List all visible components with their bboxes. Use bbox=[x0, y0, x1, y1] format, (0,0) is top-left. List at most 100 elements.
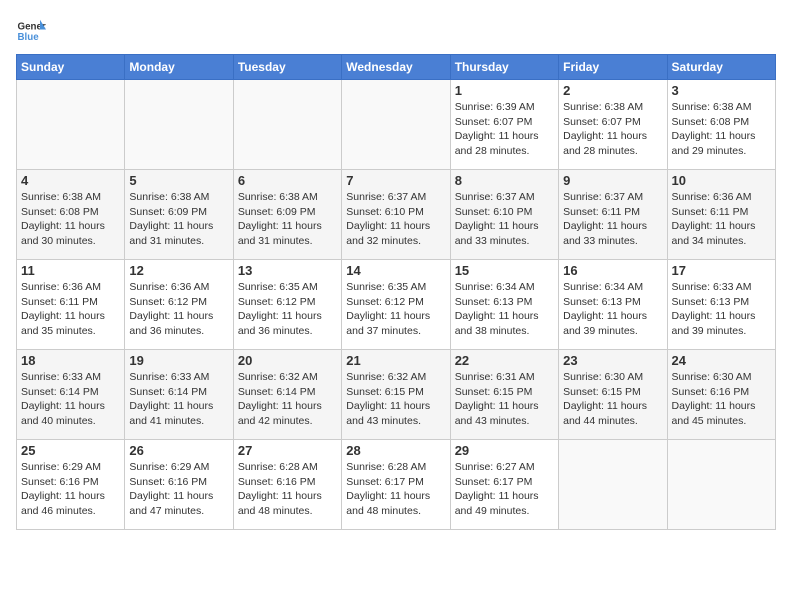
day-info: Sunrise: 6:27 AM Sunset: 6:17 PM Dayligh… bbox=[455, 460, 554, 519]
weekday-header-cell: Wednesday bbox=[342, 55, 450, 80]
day-info: Sunrise: 6:37 AM Sunset: 6:11 PM Dayligh… bbox=[563, 190, 662, 249]
calendar-day-cell: 29 Sunrise: 6:27 AM Sunset: 6:17 PM Dayli… bbox=[450, 440, 558, 530]
calendar-week-row: 25 Sunrise: 6:29 AM Sunset: 6:16 PM Dayli… bbox=[17, 440, 776, 530]
calendar-week-row: 4 Sunrise: 6:38 AM Sunset: 6:08 PM Daylig… bbox=[17, 170, 776, 260]
calendar-day-cell: 15 Sunrise: 6:34 AM Sunset: 6:13 PM Dayli… bbox=[450, 260, 558, 350]
day-number: 15 bbox=[455, 263, 554, 278]
day-number: 1 bbox=[455, 83, 554, 98]
calendar-day-cell: 21Sunrise: 6:32 AM Sunset: 6:15 PM Dayli… bbox=[342, 350, 450, 440]
day-info: Sunrise: 6:36 AM Sunset: 6:11 PM Dayligh… bbox=[21, 280, 120, 339]
day-number: 9 bbox=[563, 173, 662, 188]
calendar-day-cell: 19Sunrise: 6:33 AM Sunset: 6:14 PM Dayli… bbox=[125, 350, 233, 440]
weekday-header-cell: Friday bbox=[559, 55, 667, 80]
day-info: Sunrise: 6:39 AM Sunset: 6:07 PM Dayligh… bbox=[455, 100, 554, 159]
day-info: Sunrise: 6:28 AM Sunset: 6:17 PM Dayligh… bbox=[346, 460, 445, 519]
calendar-header: SundayMondayTuesdayWednesdayThursdayFrid… bbox=[17, 55, 776, 80]
day-number: 11 bbox=[21, 263, 120, 278]
day-number: 26 bbox=[129, 443, 228, 458]
day-info: Sunrise: 6:36 AM Sunset: 6:11 PM Dayligh… bbox=[672, 190, 771, 249]
day-number: 23 bbox=[563, 353, 662, 368]
day-info: Sunrise: 6:38 AM Sunset: 6:09 PM Dayligh… bbox=[238, 190, 337, 249]
calendar-day-cell: 24 Sunrise: 6:30 AM Sunset: 6:16 PM Dayli… bbox=[667, 350, 775, 440]
calendar-day-cell: 26 Sunrise: 6:29 AM Sunset: 6:16 PM Dayli… bbox=[125, 440, 233, 530]
calendar-week-row: 18 Sunrise: 6:33 AM Sunset: 6:14 PM Dayli… bbox=[17, 350, 776, 440]
svg-text:Blue: Blue bbox=[18, 32, 40, 43]
day-info: Sunrise: 6:29 AM Sunset: 6:16 PM Dayligh… bbox=[129, 460, 228, 519]
day-number: 24 bbox=[672, 353, 771, 368]
day-number: 19 bbox=[129, 353, 228, 368]
calendar-day-cell: 9 Sunrise: 6:37 AM Sunset: 6:11 PM Daylig… bbox=[559, 170, 667, 260]
day-number: 3 bbox=[672, 83, 771, 98]
day-info: Sunrise: 6:33 AM Sunset: 6:13 PM Dayligh… bbox=[672, 280, 771, 339]
day-number: 21 bbox=[346, 353, 445, 368]
calendar-day-cell: 16Sunrise: 6:34 AM Sunset: 6:13 PM Dayli… bbox=[559, 260, 667, 350]
calendar-day-cell: 23 Sunrise: 6:30 AM Sunset: 6:15 PM Dayli… bbox=[559, 350, 667, 440]
day-number: 29 bbox=[455, 443, 554, 458]
calendar-day-cell bbox=[667, 440, 775, 530]
day-number: 12 bbox=[129, 263, 228, 278]
day-info: Sunrise: 6:35 AM Sunset: 6:12 PM Dayligh… bbox=[238, 280, 337, 339]
day-info: Sunrise: 6:30 AM Sunset: 6:16 PM Dayligh… bbox=[672, 370, 771, 429]
calendar-day-cell: 1 Sunrise: 6:39 AM Sunset: 6:07 PM Daylig… bbox=[450, 80, 558, 170]
logo: General Blue bbox=[16, 16, 46, 46]
day-info: Sunrise: 6:38 AM Sunset: 6:08 PM Dayligh… bbox=[672, 100, 771, 159]
calendar-day-cell: 13 Sunrise: 6:35 AM Sunset: 6:12 PM Dayli… bbox=[233, 260, 341, 350]
day-info: Sunrise: 6:29 AM Sunset: 6:16 PM Dayligh… bbox=[21, 460, 120, 519]
calendar-day-cell bbox=[17, 80, 125, 170]
weekday-header-cell: Saturday bbox=[667, 55, 775, 80]
day-number: 2 bbox=[563, 83, 662, 98]
calendar-day-cell: 12 Sunrise: 6:36 AM Sunset: 6:12 PM Dayli… bbox=[125, 260, 233, 350]
weekday-header-cell: Sunday bbox=[17, 55, 125, 80]
day-number: 6 bbox=[238, 173, 337, 188]
weekday-header-cell: Thursday bbox=[450, 55, 558, 80]
day-info: Sunrise: 6:37 AM Sunset: 6:10 PM Dayligh… bbox=[455, 190, 554, 249]
day-info: Sunrise: 6:31 AM Sunset: 6:15 PM Dayligh… bbox=[455, 370, 554, 429]
calendar-day-cell bbox=[342, 80, 450, 170]
day-number: 16 bbox=[563, 263, 662, 278]
day-info: Sunrise: 6:36 AM Sunset: 6:12 PM Dayligh… bbox=[129, 280, 228, 339]
day-number: 7 bbox=[346, 173, 445, 188]
calendar-day-cell bbox=[233, 80, 341, 170]
day-info: Sunrise: 6:35 AM Sunset: 6:12 PM Dayligh… bbox=[346, 280, 445, 339]
weekday-header-cell: Monday bbox=[125, 55, 233, 80]
day-number: 20 bbox=[238, 353, 337, 368]
weekday-header-cell: Tuesday bbox=[233, 55, 341, 80]
day-number: 13 bbox=[238, 263, 337, 278]
day-info: Sunrise: 6:38 AM Sunset: 6:08 PM Dayligh… bbox=[21, 190, 120, 249]
day-info: Sunrise: 6:34 AM Sunset: 6:13 PM Dayligh… bbox=[455, 280, 554, 339]
calendar-day-cell: 8 Sunrise: 6:37 AM Sunset: 6:10 PM Daylig… bbox=[450, 170, 558, 260]
day-number: 28 bbox=[346, 443, 445, 458]
calendar-day-cell: 25 Sunrise: 6:29 AM Sunset: 6:16 PM Dayli… bbox=[17, 440, 125, 530]
day-number: 4 bbox=[21, 173, 120, 188]
day-info: Sunrise: 6:38 AM Sunset: 6:09 PM Dayligh… bbox=[129, 190, 228, 249]
calendar-week-row: 1 Sunrise: 6:39 AM Sunset: 6:07 PM Daylig… bbox=[17, 80, 776, 170]
day-info: Sunrise: 6:33 AM Sunset: 6:14 PM Dayligh… bbox=[21, 370, 120, 429]
calendar-day-cell: 10 Sunrise: 6:36 AM Sunset: 6:11 PM Dayli… bbox=[667, 170, 775, 260]
calendar-day-cell: 22Sunrise: 6:31 AM Sunset: 6:15 PM Dayli… bbox=[450, 350, 558, 440]
day-info: Sunrise: 6:38 AM Sunset: 6:07 PM Dayligh… bbox=[563, 100, 662, 159]
calendar-day-cell bbox=[125, 80, 233, 170]
calendar-table: SundayMondayTuesdayWednesdayThursdayFrid… bbox=[16, 54, 776, 530]
calendar-day-cell: 6 Sunrise: 6:38 AM Sunset: 6:09 PM Daylig… bbox=[233, 170, 341, 260]
day-number: 17 bbox=[672, 263, 771, 278]
day-info: Sunrise: 6:28 AM Sunset: 6:16 PM Dayligh… bbox=[238, 460, 337, 519]
calendar-day-cell: 3 Sunrise: 6:38 AM Sunset: 6:08 PM Daylig… bbox=[667, 80, 775, 170]
calendar-day-cell: 2 Sunrise: 6:38 AM Sunset: 6:07 PM Daylig… bbox=[559, 80, 667, 170]
day-number: 25 bbox=[21, 443, 120, 458]
day-number: 18 bbox=[21, 353, 120, 368]
calendar-day-cell: 28 Sunrise: 6:28 AM Sunset: 6:17 PM Dayli… bbox=[342, 440, 450, 530]
logo-icon: General Blue bbox=[16, 16, 46, 46]
calendar-week-row: 11 Sunrise: 6:36 AM Sunset: 6:11 PM Dayli… bbox=[17, 260, 776, 350]
day-info: Sunrise: 6:32 AM Sunset: 6:14 PM Dayligh… bbox=[238, 370, 337, 429]
calendar-day-cell bbox=[559, 440, 667, 530]
calendar-day-cell: 18 Sunrise: 6:33 AM Sunset: 6:14 PM Dayli… bbox=[17, 350, 125, 440]
day-number: 10 bbox=[672, 173, 771, 188]
weekday-header-row: SundayMondayTuesdayWednesdayThursdayFrid… bbox=[17, 55, 776, 80]
calendar-day-cell: 14Sunrise: 6:35 AM Sunset: 6:12 PM Dayli… bbox=[342, 260, 450, 350]
calendar-day-cell: 4 Sunrise: 6:38 AM Sunset: 6:08 PM Daylig… bbox=[17, 170, 125, 260]
day-number: 8 bbox=[455, 173, 554, 188]
calendar-day-cell: 20 Sunrise: 6:32 AM Sunset: 6:14 PM Dayli… bbox=[233, 350, 341, 440]
day-info: Sunrise: 6:30 AM Sunset: 6:15 PM Dayligh… bbox=[563, 370, 662, 429]
calendar-day-cell: 27Sunrise: 6:28 AM Sunset: 6:16 PM Dayli… bbox=[233, 440, 341, 530]
calendar-body: 1 Sunrise: 6:39 AM Sunset: 6:07 PM Daylig… bbox=[17, 80, 776, 530]
